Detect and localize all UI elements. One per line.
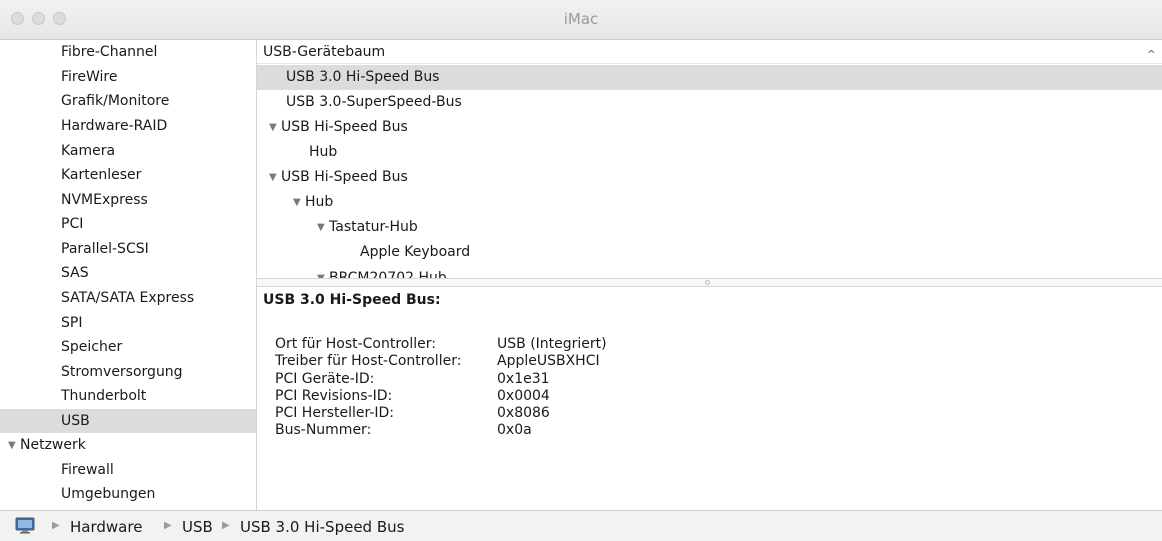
split-view-divider[interactable] (257, 278, 1162, 287)
property-value: USB (Integriert) (497, 336, 607, 352)
sidebar-item-thunderbolt[interactable]: Thunderbolt (0, 384, 256, 408)
imac-icon (15, 517, 35, 534)
breadcrumb-usb-bus[interactable]: USB 3.0 Hi-Speed Bus (240, 518, 404, 536)
sidebar-item-fibre-channel[interactable]: Fibre-Channel (0, 40, 256, 64)
disclosure-triangle-icon[interactable]: ▼ (269, 115, 281, 140)
detail-title: USB 3.0 Hi-Speed Bus: (263, 292, 441, 308)
tree-row[interactable]: ▼ Hub (257, 190, 1162, 215)
path-bar: ▶ Hardware ▶ USB ▶ USB 3.0 Hi-Speed Bus (0, 510, 1162, 541)
tree-row[interactable]: ▼ USB Hi-Speed Bus (257, 165, 1162, 190)
disclosure-triangle-icon[interactable]: ▼ (317, 266, 329, 278)
property-label: Bus-Nummer: (275, 422, 372, 438)
tree-row[interactable]: Apple Keyboard (257, 240, 1162, 265)
usb-device-tree[interactable]: USB-Gerätebaum ^ USB 3.0 Hi-Speed Bus US… (257, 40, 1162, 278)
property-value: 0x8086 (497, 405, 550, 421)
breadcrumb-separator-icon: ▶ (222, 520, 230, 531)
disclosure-triangle-icon[interactable]: ▼ (8, 434, 20, 458)
property-label: PCI Revisions-ID: (275, 388, 393, 404)
sort-caret-icon: ^ (1146, 48, 1156, 61)
tree-row[interactable]: ▼ Tastatur-Hub (257, 215, 1162, 240)
property-value: 0x1e31 (497, 371, 550, 387)
sidebar-item-kartenleser[interactable]: Kartenleser (0, 163, 256, 187)
tree-row[interactable]: ▼ USB Hi-Speed Bus (257, 115, 1162, 140)
sidebar-item-parallel-scsi[interactable]: Parallel-SCSI (0, 237, 256, 261)
breadcrumb-usb[interactable]: USB (182, 518, 213, 536)
property-value: AppleUSBXHCI (497, 353, 600, 369)
property-value: 0x0004 (497, 388, 550, 404)
tree-column-header[interactable]: USB-Gerätebaum ^ (257, 40, 1162, 64)
breadcrumb-hardware[interactable]: Hardware (70, 518, 142, 536)
sidebar-item-hardware-raid[interactable]: Hardware-RAID (0, 114, 256, 138)
sidebar-item-firewall[interactable]: Firewall (0, 458, 256, 482)
sidebar-item-usb[interactable]: USB (0, 409, 256, 433)
sidebar-item-kamera[interactable]: Kamera (0, 139, 256, 163)
tree-row[interactable]: USB 3.0 Hi-Speed Bus (257, 65, 1162, 90)
sidebar-item-umgebungen[interactable]: Umgebungen (0, 482, 256, 506)
detail-pane: USB 3.0 Hi-Speed Bus: Ort für Host-Contr… (257, 287, 1162, 510)
title-bar: iMac (0, 0, 1162, 40)
property-value: 0x0a (497, 422, 532, 438)
window-title: iMac (563, 10, 599, 28)
sidebar-item-speicher[interactable]: Speicher (0, 335, 256, 359)
sidebar-item-sas[interactable]: SAS (0, 261, 256, 285)
property-label: Treiber für Host-Controller: (275, 353, 462, 369)
tree-row[interactable]: USB 3.0-SuperSpeed-Bus (257, 90, 1162, 115)
sidebar-item-spi[interactable]: SPI (0, 311, 256, 335)
divider-handle-icon[interactable] (705, 280, 710, 285)
breadcrumb-separator-icon: ▶ (164, 520, 172, 531)
tree-row[interactable]: ▼BRCM20702 Hub (257, 266, 1162, 278)
property-label: PCI Hersteller-ID: (275, 405, 395, 421)
sidebar-item-firewire[interactable]: FireWire (0, 65, 256, 89)
sidebar-category-netzwerk[interactable]: ▼ Netzwerk (0, 433, 256, 457)
sidebar-item-nvmexpress[interactable]: NVMExpress (0, 188, 256, 212)
property-label: PCI Geräte-ID: (275, 371, 375, 387)
sidebar[interactable]: Fibre-Channel FireWire Grafik/Monitore H… (0, 40, 257, 510)
sidebar-item-sata[interactable]: SATA/SATA Express (0, 286, 256, 310)
sidebar-item-pci[interactable]: PCI (0, 212, 256, 236)
disclosure-triangle-icon[interactable]: ▼ (317, 215, 329, 240)
tree-row[interactable]: Hub (257, 140, 1162, 165)
property-label: Ort für Host-Controller: (275, 336, 436, 352)
sidebar-item-grafik-monitore[interactable]: Grafik/Monitore (0, 89, 256, 113)
breadcrumb-separator-icon: ▶ (52, 520, 60, 531)
sidebar-item-stromversorgung[interactable]: Stromversorgung (0, 360, 256, 384)
disclosure-triangle-icon[interactable]: ▼ (293, 190, 305, 215)
system-information-window: iMac Fibre-Channel FireWire Grafik/Monit… (0, 0, 1162, 541)
disclosure-triangle-icon[interactable]: ▼ (269, 165, 281, 190)
